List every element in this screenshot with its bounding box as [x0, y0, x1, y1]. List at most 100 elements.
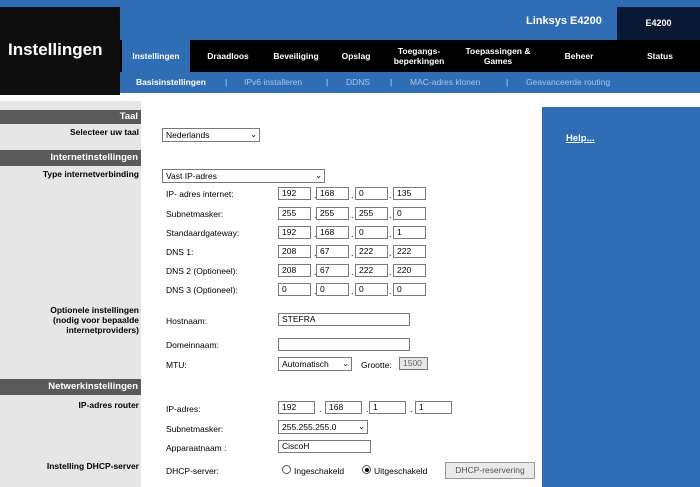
- ip-internet-octet-2[interactable]: 168: [316, 187, 349, 200]
- chevron-down-icon: ⌄: [315, 171, 322, 180]
- gateway-octet-1[interactable]: 192: [278, 226, 311, 239]
- subnet-octet-2[interactable]: 255: [316, 207, 349, 220]
- language-selected: Nederlands: [166, 130, 210, 140]
- octet-dot: .: [389, 248, 392, 258]
- subnet-octet-3[interactable]: 255: [355, 207, 388, 220]
- octet-dot: .: [389, 267, 392, 277]
- section-internet: Internetinstellingen: [0, 150, 141, 166]
- octet-dot: .: [389, 210, 392, 220]
- top-strip: [0, 0, 700, 7]
- octet-dot: .: [351, 248, 354, 258]
- dns1-octet-3[interactable]: 222: [355, 245, 388, 258]
- chevron-down-icon: ⌄: [250, 130, 257, 139]
- header-bar: [120, 7, 700, 40]
- mtu-size-input[interactable]: 1500: [399, 357, 428, 370]
- label-domeinnaam: Domeinnaam:: [166, 340, 219, 350]
- label-dns3: DNS 3 (Optioneel):: [166, 285, 238, 295]
- label-dns2: DNS 2 (Optioneel):: [166, 266, 238, 276]
- column-gap: [141, 101, 150, 487]
- router-subnet-selected: 255.255.255.0: [282, 422, 337, 432]
- octet-dot: .: [351, 267, 354, 277]
- octet-dot: .: [410, 404, 413, 414]
- label-selecteer-taal: Selecteer uw taal: [70, 127, 139, 137]
- label-standaardgateway: Standaardgateway:: [166, 228, 240, 238]
- dns1-octet-2[interactable]: 67: [316, 245, 349, 258]
- label-grootte: Grootte:: [361, 360, 392, 370]
- subnav-separator: |: [225, 77, 228, 87]
- octet-dot: .: [389, 190, 392, 200]
- router-ip-octet-4[interactable]: 1: [415, 401, 452, 414]
- octet-dot: .: [351, 229, 354, 239]
- dns3-octet-2[interactable]: 0: [316, 283, 349, 296]
- product-name: Linksys E4200: [526, 15, 602, 27]
- label-ip-router: IP-adres router: [78, 400, 139, 410]
- tab-toepassingen-games[interactable]: Toepassingen & Games: [456, 40, 540, 72]
- subnav-separator: |: [390, 77, 393, 87]
- router-subnet-select[interactable]: 255.255.255.0 ⌄: [278, 420, 368, 434]
- tab-status[interactable]: Status: [622, 40, 698, 72]
- router-ip-octet-3[interactable]: 1: [369, 401, 406, 414]
- tab-toegangsbeperkingen[interactable]: Toegangs- beperkingen: [382, 40, 456, 72]
- help-panel: [542, 107, 700, 487]
- dns2-octet-4[interactable]: 220: [393, 264, 426, 277]
- dns3-octet-3[interactable]: 0: [355, 283, 388, 296]
- page-title: Instellingen: [8, 40, 103, 59]
- dhcp-enable-radio[interactable]: [282, 465, 291, 474]
- device-name-input[interactable]: CiscoH: [278, 440, 371, 453]
- label-hostnaam: Hostnaam:: [166, 316, 208, 326]
- help-link[interactable]: Help...: [566, 133, 595, 144]
- tab-draadloos[interactable]: Draadloos: [194, 40, 262, 72]
- subnet-octet-4[interactable]: 0: [393, 207, 426, 220]
- octet-dot: .: [319, 404, 322, 414]
- octet-dot: .: [351, 210, 354, 220]
- tab-opslag[interactable]: Opslag: [330, 40, 382, 72]
- dhcp-disable-label: Uitgeschakeld: [374, 466, 428, 476]
- dhcp-reservation-button[interactable]: DHCP-reservering: [445, 462, 535, 479]
- gateway-octet-4[interactable]: 1: [393, 226, 426, 239]
- subtab-mac-klonen[interactable]: MAC-adres klonen: [410, 77, 480, 87]
- dhcp-enable-label: Ingeschakeld: [294, 466, 345, 476]
- label-dhcp-server: DHCP-server:: [166, 466, 219, 476]
- dns1-octet-1[interactable]: 208: [278, 245, 311, 258]
- router-ip-octet-1[interactable]: 192: [278, 401, 315, 414]
- tab-beveiliging[interactable]: Beveiliging: [262, 40, 330, 72]
- label-optionele-instellingen: Optionele instellingen (nodig voor bepaa…: [50, 305, 139, 335]
- dns3-octet-1[interactable]: 0: [278, 283, 311, 296]
- subtab-ipv6[interactable]: IPv6 installeren: [244, 77, 302, 87]
- mtu-selected: Automatisch: [282, 359, 329, 369]
- label-router-ip: IP-adres:: [166, 404, 201, 414]
- ip-internet-octet-4[interactable]: 135: [393, 187, 426, 200]
- dns2-octet-2[interactable]: 67: [316, 264, 349, 277]
- octet-dot: .: [351, 190, 354, 200]
- subtab-ddns[interactable]: DDNS: [346, 77, 370, 87]
- dns2-octet-3[interactable]: 222: [355, 264, 388, 277]
- subtab-basisinstellingen[interactable]: Basisinstellingen: [136, 77, 206, 87]
- chevron-down-icon: ⌄: [342, 359, 349, 368]
- octet-dot: .: [351, 286, 354, 296]
- language-select[interactable]: Nederlands ⌄: [162, 128, 260, 142]
- subtab-geavanceerde-routing[interactable]: Geavanceerde routing: [526, 77, 610, 87]
- mtu-select[interactable]: Automatisch ⌄: [278, 357, 352, 371]
- label-ip-internet: IP- adres internet:: [166, 189, 234, 199]
- hostname-input[interactable]: STEFRA: [278, 313, 410, 326]
- router-ip-octet-2[interactable]: 168: [325, 401, 362, 414]
- dhcp-disable-radio[interactable]: [362, 465, 371, 474]
- subnet-octet-1[interactable]: 255: [278, 207, 311, 220]
- tab-instellingen[interactable]: Instellingen: [122, 40, 190, 72]
- gateway-octet-3[interactable]: 0: [355, 226, 388, 239]
- subnav-separator: |: [506, 77, 509, 87]
- dns1-octet-4[interactable]: 222: [393, 245, 426, 258]
- tab-beheer[interactable]: Beheer: [546, 40, 612, 72]
- ip-internet-octet-1[interactable]: 192: [278, 187, 311, 200]
- connection-type-selected: Vast IP-adres: [166, 171, 217, 181]
- gateway-octet-2[interactable]: 168: [316, 226, 349, 239]
- model-badge: E4200: [617, 7, 700, 40]
- ip-internet-octet-3[interactable]: 0: [355, 187, 388, 200]
- label-router-subnet: Subnetmasker:: [166, 424, 224, 434]
- dns3-octet-4[interactable]: 0: [393, 283, 426, 296]
- connection-type-select[interactable]: Vast IP-adres ⌄: [162, 169, 325, 183]
- dns2-octet-1[interactable]: 208: [278, 264, 311, 277]
- label-apparaatnaam: Apparaatnaam :: [166, 443, 227, 453]
- domain-input[interactable]: [278, 338, 410, 351]
- chevron-down-icon: ⌄: [358, 422, 365, 431]
